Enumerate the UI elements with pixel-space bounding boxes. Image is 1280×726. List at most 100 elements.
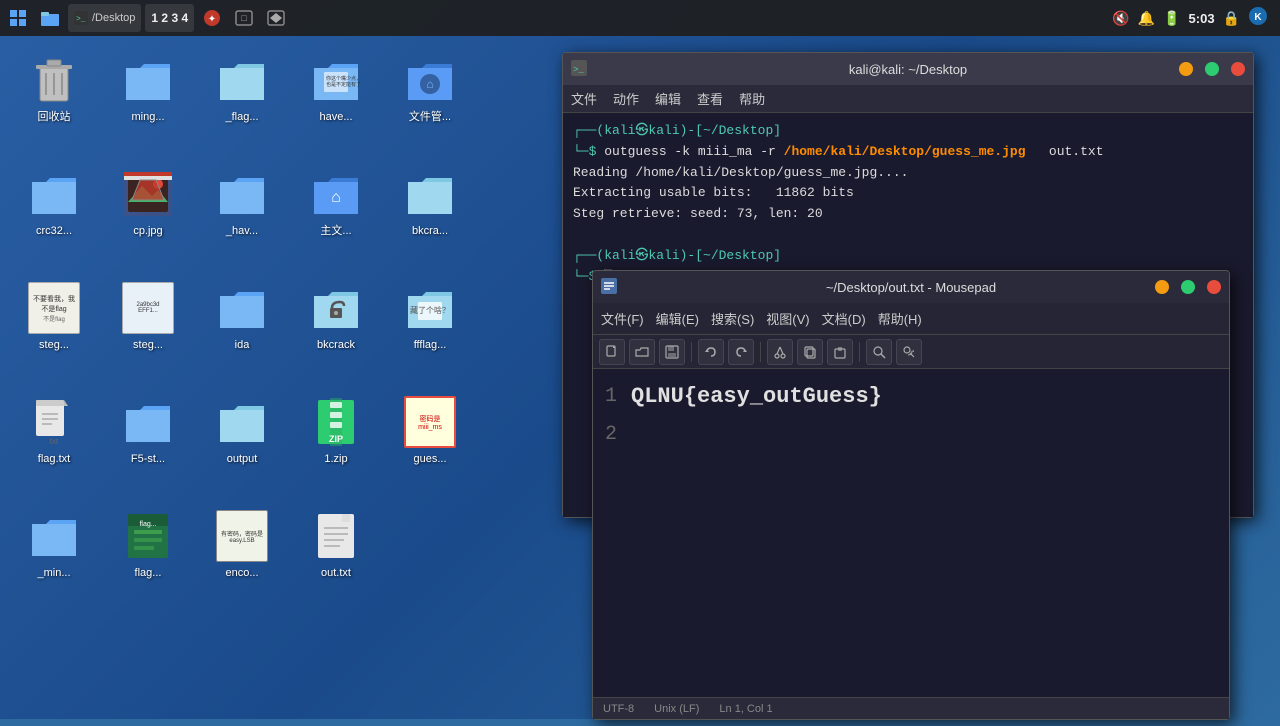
desktop-icon-ida[interactable]: ida <box>198 274 286 374</box>
taskbar-lock-icon[interactable]: 🔒 <box>1223 10 1240 27</box>
mousepad-menu-view[interactable]: 视图(V) <box>766 309 809 328</box>
desktop-icon-gues[interactable]: 密码是miii_ms gues... <box>386 388 474 488</box>
toolbar-replace-button[interactable] <box>896 339 922 365</box>
taskbar-time: 5:03 <box>1189 11 1215 26</box>
desktop-icon-main[interactable]: ⌂ 主文... <box>292 160 380 260</box>
line-number-1: 1 <box>605 379 617 415</box>
desktop-icon-bkcrack[interactable]: bkcrack <box>292 274 380 374</box>
icon-label-main: 主文... <box>320 224 351 238</box>
toolbar-cut-button[interactable] <box>767 339 793 365</box>
terminal-titlebar: >_ kali@kali: ~/Desktop <box>563 53 1253 85</box>
mousepad-menu-help[interactable]: 帮助(H) <box>878 309 922 328</box>
desktop-icon-have[interactable]: 你这个嘴少点， 也是不定能有了 have... <box>292 46 380 146</box>
icon-label-ffflag: ffflag... <box>414 338 447 352</box>
mousepad-close-button[interactable] <box>1207 280 1221 294</box>
taskbar-icon-filemanager[interactable] <box>36 4 64 32</box>
icon-label-flagx: flag... <box>135 566 162 580</box>
svg-text:⌂: ⌂ <box>426 77 433 91</box>
svg-text:⌂: ⌂ <box>331 189 341 206</box>
toolbar-paste-button[interactable] <box>827 339 853 365</box>
taskbar-mute-icon[interactable]: 🔇 <box>1112 10 1129 27</box>
line-number-2: 2 <box>605 417 617 453</box>
desktop-icon-enco[interactable]: 有密码，密码是easy.LSB enco... <box>198 502 286 602</box>
mousepad-titlebar: ~/Desktop/out.txt - Mousepad <box>593 271 1229 303</box>
terminal-menu-file[interactable]: 文件 <box>571 89 597 108</box>
desktop-icon-outtxt[interactable]: out.txt <box>292 502 380 602</box>
taskbar-icon-red[interactable]: ✦ <box>198 4 226 32</box>
desktop-icon-ming[interactable]: ming... <box>104 46 192 146</box>
svg-text:K: K <box>1254 12 1262 23</box>
term-line-5: Steg retrieve: seed: 73, len: 20 <box>573 204 1243 225</box>
desktop-icon-steg2[interactable]: 2a9bc3dEFF1... steg... <box>104 274 192 374</box>
taskbar-kali-icon[interactable]: K <box>1248 6 1268 31</box>
mousepad-editor[interactable]: 1 QLNU{easy_outGuess} 2 <box>593 369 1229 697</box>
mousepad-menu-file[interactable]: 文件(F) <box>601 309 644 328</box>
svg-text:□: □ <box>241 13 247 23</box>
taskbar-app-numbers[interactable]: 1 2 3 4 <box>145 4 194 32</box>
icon-label-enco: enco... <box>225 566 258 580</box>
icon-label-output: output <box>227 452 258 466</box>
mousepad-title: ~/Desktop/out.txt - Mousepad <box>826 280 996 295</box>
desktop-icon-steg1[interactable]: 不要看我，我不是flag不是flag steg... <box>10 274 98 374</box>
terminal-close-button[interactable] <box>1231 62 1245 76</box>
terminal-menu-view[interactable]: 查看 <box>697 89 723 108</box>
icon-label-gues: gues... <box>413 452 446 466</box>
icon-label-steg2: steg... <box>133 338 163 352</box>
taskbar-notify-icon[interactable]: 🔔 <box>1138 10 1155 27</box>
toolbar-new-button[interactable] <box>599 339 625 365</box>
mousepad-minimize-button[interactable] <box>1155 280 1169 294</box>
desktop-icon-trash[interactable]: 回收站 <box>10 46 98 146</box>
terminal-title: kali@kali: ~/Desktop <box>849 62 967 77</box>
icon-label-flagtxt: flag.txt <box>38 452 70 466</box>
toolbar-sep-1 <box>691 342 692 362</box>
toolbar-save-button[interactable] <box>659 339 685 365</box>
taskbar-icon-0[interactable] <box>4 4 32 32</box>
svg-text:flag...: flag... <box>139 521 156 528</box>
terminal-maximize-button[interactable] <box>1205 62 1219 76</box>
toolbar-undo-button[interactable] <box>698 339 724 365</box>
terminal-menu-edit[interactable]: 编辑 <box>655 89 681 108</box>
mousepad-window-buttons <box>1155 280 1221 294</box>
icon-label-trash: 回收站 <box>38 110 71 124</box>
term-line-3: Reading /home/kali/Desktop/guess_me.jpg.… <box>573 163 1243 184</box>
desktop-icon-f5st[interactable]: F5-st... <box>104 388 192 488</box>
terminal-menu-action[interactable]: 动作 <box>613 89 639 108</box>
terminal-minimize-button[interactable] <box>1179 62 1193 76</box>
taskbar-icon-terminal2[interactable]: □ <box>230 4 258 32</box>
term-line-4: Extracting usable bits: 11862 bits <box>573 183 1243 204</box>
mousepad-maximize-button[interactable] <box>1181 280 1195 294</box>
icon-label-outtxt: out.txt <box>321 566 351 580</box>
desktop-icon-filemanager[interactable]: ⌂ 文件管... <box>386 46 474 146</box>
desktop-icon-hav2[interactable]: _hav... <box>198 160 286 260</box>
desktop-icon-crc32[interactable]: crc32... <box>10 160 98 260</box>
status-line-ending: Unix (LF) <box>654 703 699 715</box>
terminal-icon: >_ <box>571 60 587 79</box>
svg-text:ZIP: ZIP <box>329 434 343 444</box>
mousepad-menu-edit[interactable]: 编辑(E) <box>656 309 699 328</box>
terminal-menu-help[interactable]: 帮助 <box>739 89 765 108</box>
desktop-icon-min2[interactable]: _min... <box>10 502 98 602</box>
desktop-icon-output[interactable]: output <box>198 388 286 488</box>
taskbar-icon-app6[interactable] <box>262 4 290 32</box>
icon-label-steg1: steg... <box>39 338 69 352</box>
desktop-icon-zip1[interactable]: ZIP 1.zip <box>292 388 380 488</box>
desktop-icon-bkcra[interactable]: bkcra... <box>386 160 474 260</box>
desktop-icon-cpjpg[interactable]: cp.jpg <box>104 160 192 260</box>
taskbar-battery-icon[interactable]: 🔋 <box>1163 10 1180 27</box>
desktop-icon-flagtxt[interactable]: txt flag.txt <box>10 388 98 488</box>
toolbar-search-button[interactable] <box>866 339 892 365</box>
terminal-menubar: 文件 动作 编辑 查看 帮助 <box>563 85 1253 113</box>
desktop-icon-flag1[interactable]: _flag... <box>198 46 286 146</box>
toolbar-redo-button[interactable] <box>728 339 754 365</box>
svg-text:✦: ✦ <box>208 14 216 25</box>
mousepad-menu-search[interactable]: 搜索(S) <box>711 309 754 328</box>
taskbar-app-terminal[interactable]: >_ /Desktop <box>68 4 141 32</box>
toolbar-open-button[interactable] <box>629 339 655 365</box>
toolbar-copy-button[interactable] <box>797 339 823 365</box>
taskbar-right: 🔇 🔔 🔋 5:03 🔒 K <box>1112 6 1276 31</box>
desktop-icon-flagx[interactable]: flag... flag... <box>104 502 192 602</box>
desktop-icon-ffflag[interactable]: 藏了个啥？ ffflag... <box>386 274 474 374</box>
icon-label-ida: ida <box>235 338 250 352</box>
taskbar-left: >_ /Desktop 1 2 3 4 ✦ □ <box>4 4 290 32</box>
mousepad-menu-doc[interactable]: 文档(D) <box>822 309 866 328</box>
